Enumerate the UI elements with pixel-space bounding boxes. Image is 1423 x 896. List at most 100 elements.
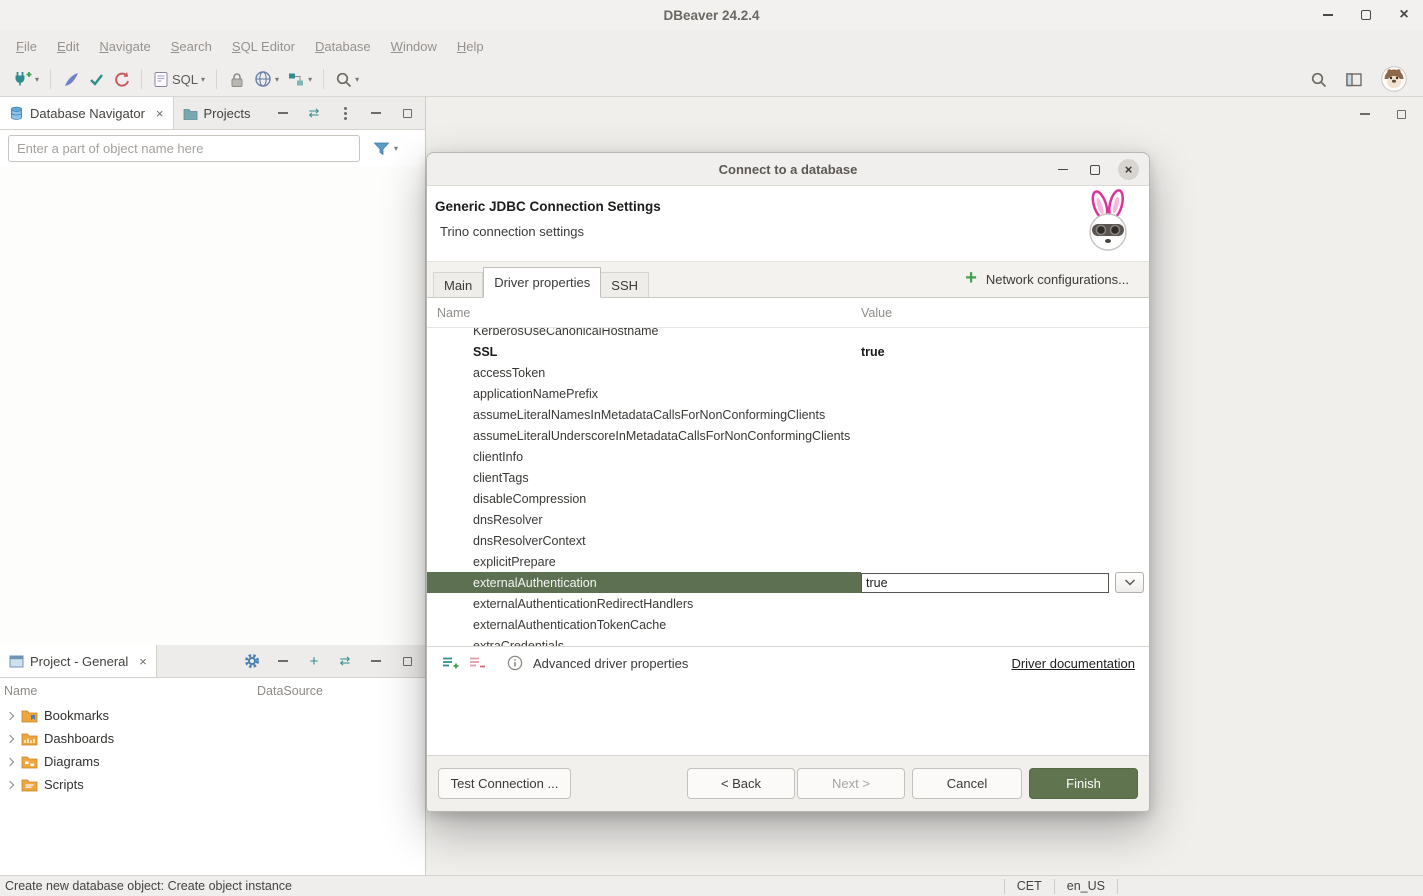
table-row-selected[interactable]: externalAuthentication — [427, 572, 1149, 593]
menu-search[interactable]: Search — [161, 34, 222, 59]
perspective-icon[interactable] — [1345, 71, 1363, 88]
remove-property-button[interactable] — [468, 655, 486, 671]
column-value: Value — [861, 306, 892, 320]
table-row[interactable]: explicitPrepare — [427, 551, 1149, 572]
column-name: Name — [427, 306, 470, 320]
minimize-icon[interactable] — [1054, 161, 1072, 179]
sql-editor-button[interactable]: SQL ▾ — [149, 66, 209, 92]
table-row[interactable]: disableCompression — [427, 488, 1149, 509]
rollback-button[interactable] — [109, 66, 134, 92]
minimize-view-icon[interactable] — [368, 653, 384, 669]
value-editor-input[interactable] — [861, 573, 1109, 593]
tab-ssh[interactable]: SSH — [601, 272, 649, 297]
expander-icon[interactable] — [6, 734, 14, 742]
link-with-editor-icon[interactable]: ⇄ — [306, 105, 322, 121]
back-button[interactable]: < Back — [687, 768, 795, 799]
menu-sql-editor[interactable]: SQL Editor — [222, 34, 305, 59]
navigator-tree[interactable] — [0, 166, 425, 645]
maximize-view-icon[interactable] — [399, 105, 415, 121]
close-icon[interactable]: × — [1395, 6, 1413, 24]
close-tab-icon[interactable]: × — [156, 106, 164, 121]
gear-icon[interactable] — [244, 653, 260, 669]
menu-edit[interactable]: Edit — [47, 34, 89, 59]
table-row[interactable]: dnsResolver — [427, 509, 1149, 530]
driver-documentation-link[interactable]: Driver documentation — [1011, 656, 1135, 671]
tab-projects[interactable]: Projects — [174, 97, 260, 129]
sql-script-icon — [153, 71, 169, 88]
table-row[interactable]: clientInfo — [427, 446, 1149, 467]
collapse-all-icon[interactable] — [275, 105, 291, 121]
menu-navigate[interactable]: Navigate — [89, 34, 160, 59]
maximize-icon[interactable] — [1357, 6, 1375, 24]
close-tab-icon[interactable]: × — [139, 654, 147, 669]
diagram-button[interactable]: ▾ — [283, 66, 316, 92]
dialog-header-subtitle: Trino connection settings — [440, 224, 1133, 239]
view-menu-icon[interactable] — [337, 105, 353, 121]
expander-icon[interactable] — [6, 757, 14, 765]
scripts-folder-icon — [21, 778, 38, 792]
expand-all-icon[interactable]: + — [306, 653, 322, 669]
table-row[interactable]: dnsResolverContext — [427, 530, 1149, 551]
table-row[interactable]: externalAuthenticationTokenCache — [427, 614, 1149, 635]
expander-icon[interactable] — [6, 780, 14, 788]
dialog-tabbar: Main Driver properties SSH + Network con… — [427, 262, 1149, 298]
commit-button[interactable] — [84, 66, 109, 92]
tab-project-general[interactable]: Project - General × — [0, 645, 157, 677]
projects-icon — [183, 107, 198, 120]
tab-database-navigator[interactable]: Database Navigator × — [0, 97, 174, 129]
table-row[interactable]: KerberosUseCanonicalHostname — [427, 328, 1149, 341]
toolbar-separator — [323, 69, 324, 89]
test-connection-button[interactable]: Test Connection ... — [438, 768, 571, 799]
info-icon — [507, 655, 523, 671]
network-configurations-button[interactable]: + Network configurations... — [965, 262, 1143, 297]
table-row[interactable]: assumeLiteralNamesInMetadataCallsForNonC… — [427, 404, 1149, 425]
table-row[interactable]: externalAuthenticationRedirectHandlers — [427, 593, 1149, 614]
maximize-icon[interactable] — [1086, 161, 1104, 179]
maximize-view-icon[interactable] — [1393, 106, 1409, 122]
table-row[interactable]: accessToken — [427, 362, 1149, 383]
toolbar-separator — [216, 69, 217, 89]
object-search-input[interactable] — [8, 135, 360, 162]
minimize-view-icon[interactable] — [368, 105, 384, 121]
search-dropdown-button[interactable]: ▾ — [331, 66, 363, 92]
tab-driver-properties[interactable]: Driver properties — [483, 267, 601, 298]
tab-main[interactable]: Main — [433, 272, 483, 297]
combo-dropdown-button[interactable] — [1115, 572, 1144, 593]
properties-table: KerberosUseCanonicalHostname SSL true ac… — [427, 328, 1149, 646]
table-row[interactable]: clientTags — [427, 467, 1149, 488]
menu-help[interactable]: Help — [447, 34, 494, 59]
search-icon[interactable] — [1310, 71, 1327, 88]
add-property-button[interactable] — [441, 655, 459, 671]
maximize-view-icon[interactable] — [399, 653, 415, 669]
properties-rows: KerberosUseCanonicalHostname SSL true ac… — [427, 328, 1149, 646]
tree-item-bookmarks[interactable]: Bookmarks — [0, 704, 425, 727]
auto-commit-button[interactable] — [58, 66, 84, 92]
finish-button[interactable]: Finish — [1029, 768, 1138, 799]
chevron-down-icon: ▾ — [275, 75, 279, 84]
table-row[interactable]: assumeLiteralUnderscoreInMetadataCallsFo… — [427, 425, 1149, 446]
lock-button[interactable] — [224, 66, 250, 92]
expander-icon[interactable] — [6, 711, 14, 719]
collapse-all-icon[interactable] — [275, 653, 291, 669]
browser-button[interactable]: ▾ — [250, 66, 283, 92]
close-icon[interactable]: × — [1118, 159, 1139, 180]
tree-item-diagrams[interactable]: Diagrams — [0, 750, 425, 773]
project-panel: Project - General × + ⇄ Name DataSource — [0, 645, 425, 875]
window-titlebar: DBeaver 24.2.4 × — [0, 0, 1423, 30]
table-row[interactable]: SSL true — [427, 341, 1149, 362]
menu-file[interactable]: File — [6, 34, 47, 59]
tree-item-scripts[interactable]: Scripts — [0, 773, 425, 796]
new-connection-button[interactable]: ▾ — [8, 66, 43, 92]
statusbar: Create new database object: Create objec… — [0, 875, 1423, 896]
table-row[interactable]: extraCredentials — [427, 635, 1149, 646]
tree-item-dashboards[interactable]: Dashboards — [0, 727, 425, 750]
table-row[interactable]: applicationNamePrefix — [427, 383, 1149, 404]
minimize-icon[interactable] — [1319, 6, 1337, 24]
cancel-button[interactable]: Cancel — [912, 768, 1022, 799]
menu-database[interactable]: Database — [305, 34, 381, 59]
user-avatar[interactable] — [1381, 66, 1407, 92]
menu-window[interactable]: Window — [381, 34, 447, 59]
minimize-view-icon[interactable] — [1357, 106, 1373, 122]
link-with-editor-icon[interactable]: ⇄ — [337, 653, 353, 669]
filter-button[interactable]: ▾ — [373, 141, 398, 156]
